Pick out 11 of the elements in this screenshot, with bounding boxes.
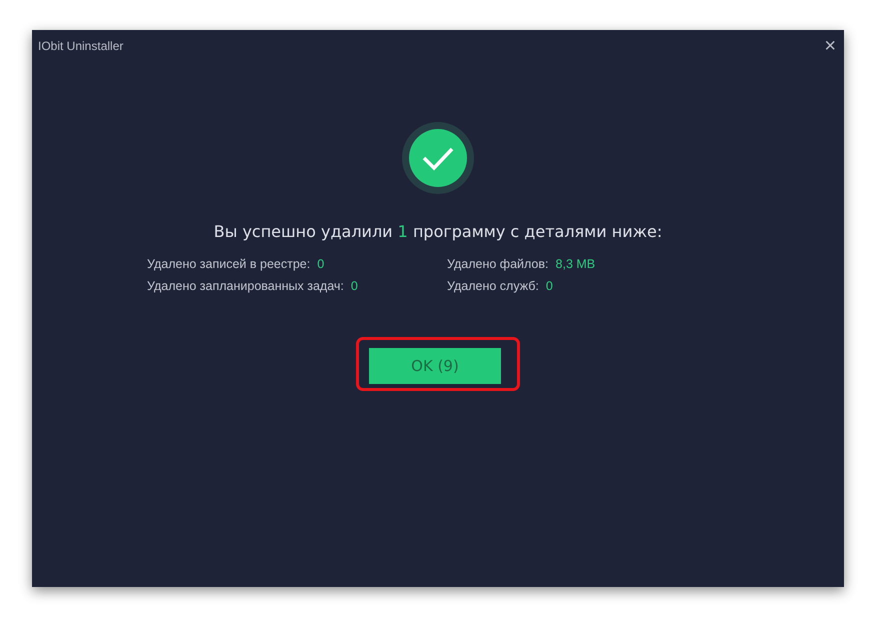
stat-label: Удалено файлов: (447, 257, 549, 271)
stat-label: Удалено записей в реестре: (147, 257, 310, 271)
stat-value: 0 (317, 257, 324, 271)
close-button[interactable]: × (820, 36, 840, 56)
stat-label: Удалено запланированных задач: (147, 279, 344, 293)
stat-value: 0 (546, 279, 553, 293)
success-message: Вы успешно удалили 1 программу с деталями ниже: (214, 222, 662, 241)
stat-value: 8,3 MB (556, 257, 596, 271)
stat-value: 0 (350, 279, 358, 293)
window-title: IObit Uninstaller (38, 39, 124, 53)
stat-label: Удалено служб: (447, 279, 539, 293)
